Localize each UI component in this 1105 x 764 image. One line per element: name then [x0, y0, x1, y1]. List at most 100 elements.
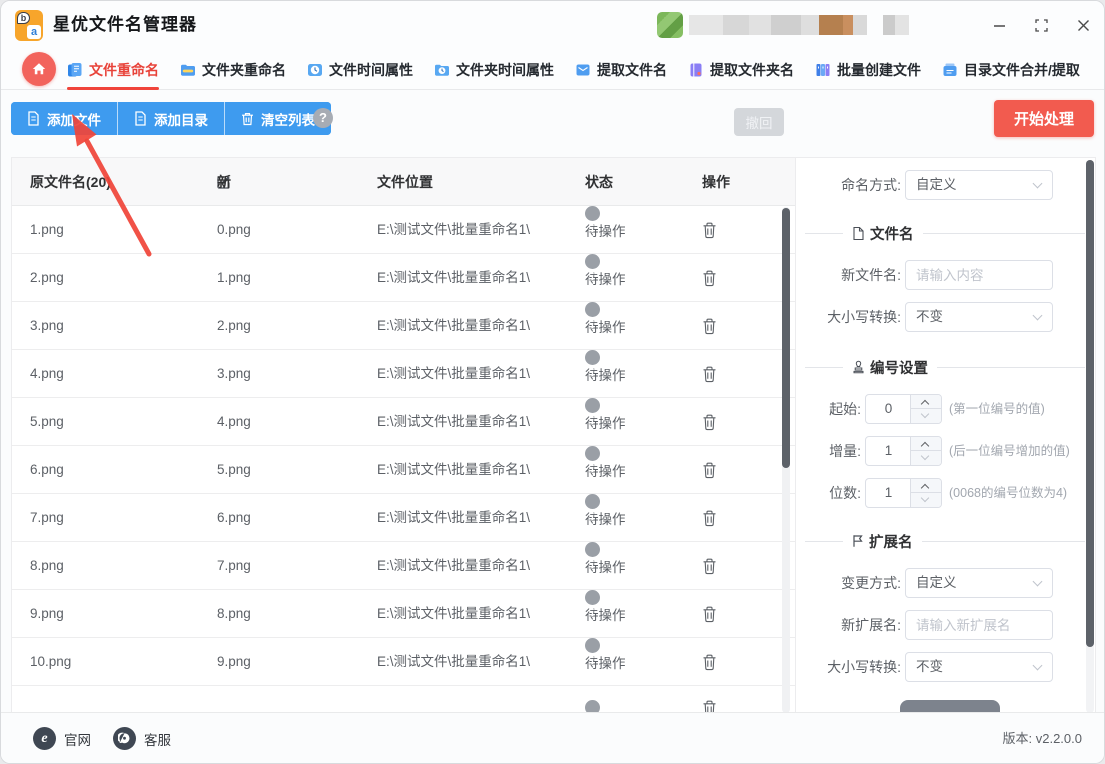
new-filename: 0.png — [217, 206, 251, 254]
support-link[interactable]: 客服 — [113, 713, 171, 764]
delete-row-button[interactable] — [702, 206, 717, 254]
toolbar: 添加文件 添加目录 清空列表 ? 撤回 开始处理 — [1, 90, 1104, 157]
file-rename-icon — [67, 62, 83, 78]
delete-row-button[interactable] — [702, 398, 717, 446]
table-row: 9.png 8.png E:\测试文件\批量重命名1\ i 待操作 — [12, 590, 795, 638]
new-filename-row: 新文件名: — [796, 260, 1096, 290]
tab-file-rename[interactable]: 文件重命名 — [67, 49, 159, 90]
delete-row-button[interactable] — [702, 350, 717, 398]
chevron-down-icon — [1033, 311, 1043, 321]
new-filename: 1.png — [217, 254, 251, 302]
decrement-arrow[interactable] — [911, 409, 941, 423]
table-row: 10.png 9.png E:\测试文件\批量重命名1\ i 待操作 — [12, 638, 795, 686]
tab-batch-create[interactable]: 批量创建文件 — [815, 49, 921, 90]
increment-arrow[interactable] — [911, 479, 941, 493]
change-method-select[interactable]: 自定义 — [905, 568, 1053, 598]
extension-section-title: 扩展名 — [869, 531, 913, 552]
delete-row-button[interactable] — [702, 254, 717, 302]
close-button[interactable] — [1062, 1, 1104, 49]
filename-case-select[interactable]: 不变 — [905, 302, 1053, 332]
official-site-link[interactable]: e 官网 — [33, 713, 91, 764]
trash-icon — [702, 270, 717, 287]
undo-button[interactable]: 撤回 — [734, 108, 784, 136]
table-row: 1.png 0.png E:\测试文件\批量重命名1\ i 待操作 — [12, 206, 795, 254]
increment-stepper[interactable]: 1 — [865, 436, 942, 466]
start-number-row: 起始: 0 (第一位编号的值) — [796, 394, 1096, 424]
trash-icon — [241, 112, 254, 126]
start-number-stepper[interactable]: 0 — [865, 394, 942, 424]
delete-row-button[interactable] — [702, 494, 717, 542]
info-icon: i — [585, 254, 600, 269]
extension-case-row: 大小写转换: 不变 — [796, 652, 1096, 682]
info-icon: i — [585, 542, 600, 557]
file-location: E:\测试文件\批量重命名1\ — [377, 350, 530, 398]
info-icon: i — [585, 398, 600, 413]
file-icon — [134, 111, 147, 126]
original-filename: 2.png — [30, 254, 64, 302]
file-time-icon — [307, 62, 323, 78]
delete-row-button[interactable] — [702, 542, 717, 590]
decrement-arrow[interactable] — [911, 451, 941, 465]
trash-icon — [702, 606, 717, 623]
status-badge: i 待操作 — [585, 494, 626, 542]
extract-filename-icon — [575, 62, 591, 78]
status-badge: i 待操作 — [585, 206, 626, 254]
table-scrollbar-thumb[interactable] — [782, 208, 790, 468]
tab-folder-time[interactable]: 文件夹时间属性 — [434, 49, 554, 90]
add-files-button[interactable]: 添加文件 — [11, 102, 117, 135]
info-icon: i — [585, 302, 600, 317]
trash-icon — [702, 462, 717, 479]
table-row: 2.png 1.png E:\测试文件\批量重命名1\ i 待操作 — [12, 254, 795, 302]
new-filename: 7.png — [217, 542, 251, 590]
delete-row-button[interactable] — [702, 446, 717, 494]
table-row-partial: i — [12, 686, 795, 714]
increment-arrow[interactable] — [911, 395, 941, 409]
home-button[interactable] — [22, 52, 56, 86]
filename-section-divider: 文件名 — [796, 222, 1096, 244]
naming-method-row: 命名方式: 自定义 — [796, 170, 1096, 200]
original-filename: 8.png — [30, 542, 64, 590]
trash-icon — [702, 654, 717, 671]
file-actions-group: 添加文件 添加目录 清空列表 — [11, 102, 331, 135]
delete-row-button[interactable] — [702, 302, 717, 350]
maximize-button[interactable] — [1020, 1, 1062, 49]
tab-file-time[interactable]: 文件时间属性 — [307, 49, 413, 90]
col-status: 状态 — [585, 158, 613, 206]
help-button[interactable]: ? — [313, 108, 333, 128]
extension-case-select[interactable]: 不变 — [905, 652, 1053, 682]
tab-extract-filename[interactable]: 提取文件名 — [575, 49, 667, 90]
filename-case-row: 大小写转换: 不变 — [796, 302, 1096, 332]
table-row: 3.png 2.png E:\测试文件\批量重命名1\ i 待操作 — [12, 302, 795, 350]
user-account[interactable] — [657, 12, 909, 38]
digits-stepper[interactable]: 1 — [865, 478, 942, 508]
username-censored — [689, 15, 867, 35]
batch-create-icon — [815, 62, 831, 78]
col-location: 文件位置 — [377, 158, 433, 206]
chevron-down-icon — [1033, 179, 1043, 189]
file-location: E:\测试文件\批量重命名1\ — [377, 494, 530, 542]
tab-extract-foldername[interactable]: 提取文件夹名 — [688, 49, 794, 90]
decrement-arrow[interactable] — [911, 493, 941, 507]
trash-icon — [702, 318, 717, 335]
original-filename: 10.png — [30, 638, 71, 686]
new-filename-input[interactable] — [905, 260, 1053, 290]
add-directory-button[interactable]: 添加目录 — [117, 102, 224, 135]
start-processing-button[interactable]: 开始处理 — [994, 100, 1094, 137]
file-location: E:\测试文件\批量重命名1\ — [377, 206, 530, 254]
extension-section-divider: 扩展名 — [796, 530, 1096, 552]
delete-row-button[interactable] — [702, 638, 717, 686]
chevron-down-icon — [1033, 661, 1043, 671]
new-filename: 9.png — [217, 638, 251, 686]
tab-merge-extract[interactable]: 目录文件合并/提取 — [942, 49, 1080, 90]
table-header: 原文件名(20) 新文件名 文件位置 状态 操作 — [12, 158, 795, 206]
increment-arrow[interactable] — [911, 437, 941, 451]
tab-folder-rename[interactable]: 文件夹重命名 — [180, 49, 286, 90]
new-extension-input[interactable] — [905, 610, 1053, 640]
app-logo-icon: b a — [15, 10, 43, 41]
naming-method-select[interactable]: 自定义 — [905, 170, 1053, 200]
minimize-button[interactable] — [978, 1, 1020, 49]
file-location: E:\测试文件\批量重命名1\ — [377, 254, 530, 302]
delete-row-button[interactable] — [702, 590, 717, 638]
col-new-name: 新文件名 — [217, 158, 231, 206]
panel-scrollbar-thumb[interactable] — [1086, 160, 1094, 647]
